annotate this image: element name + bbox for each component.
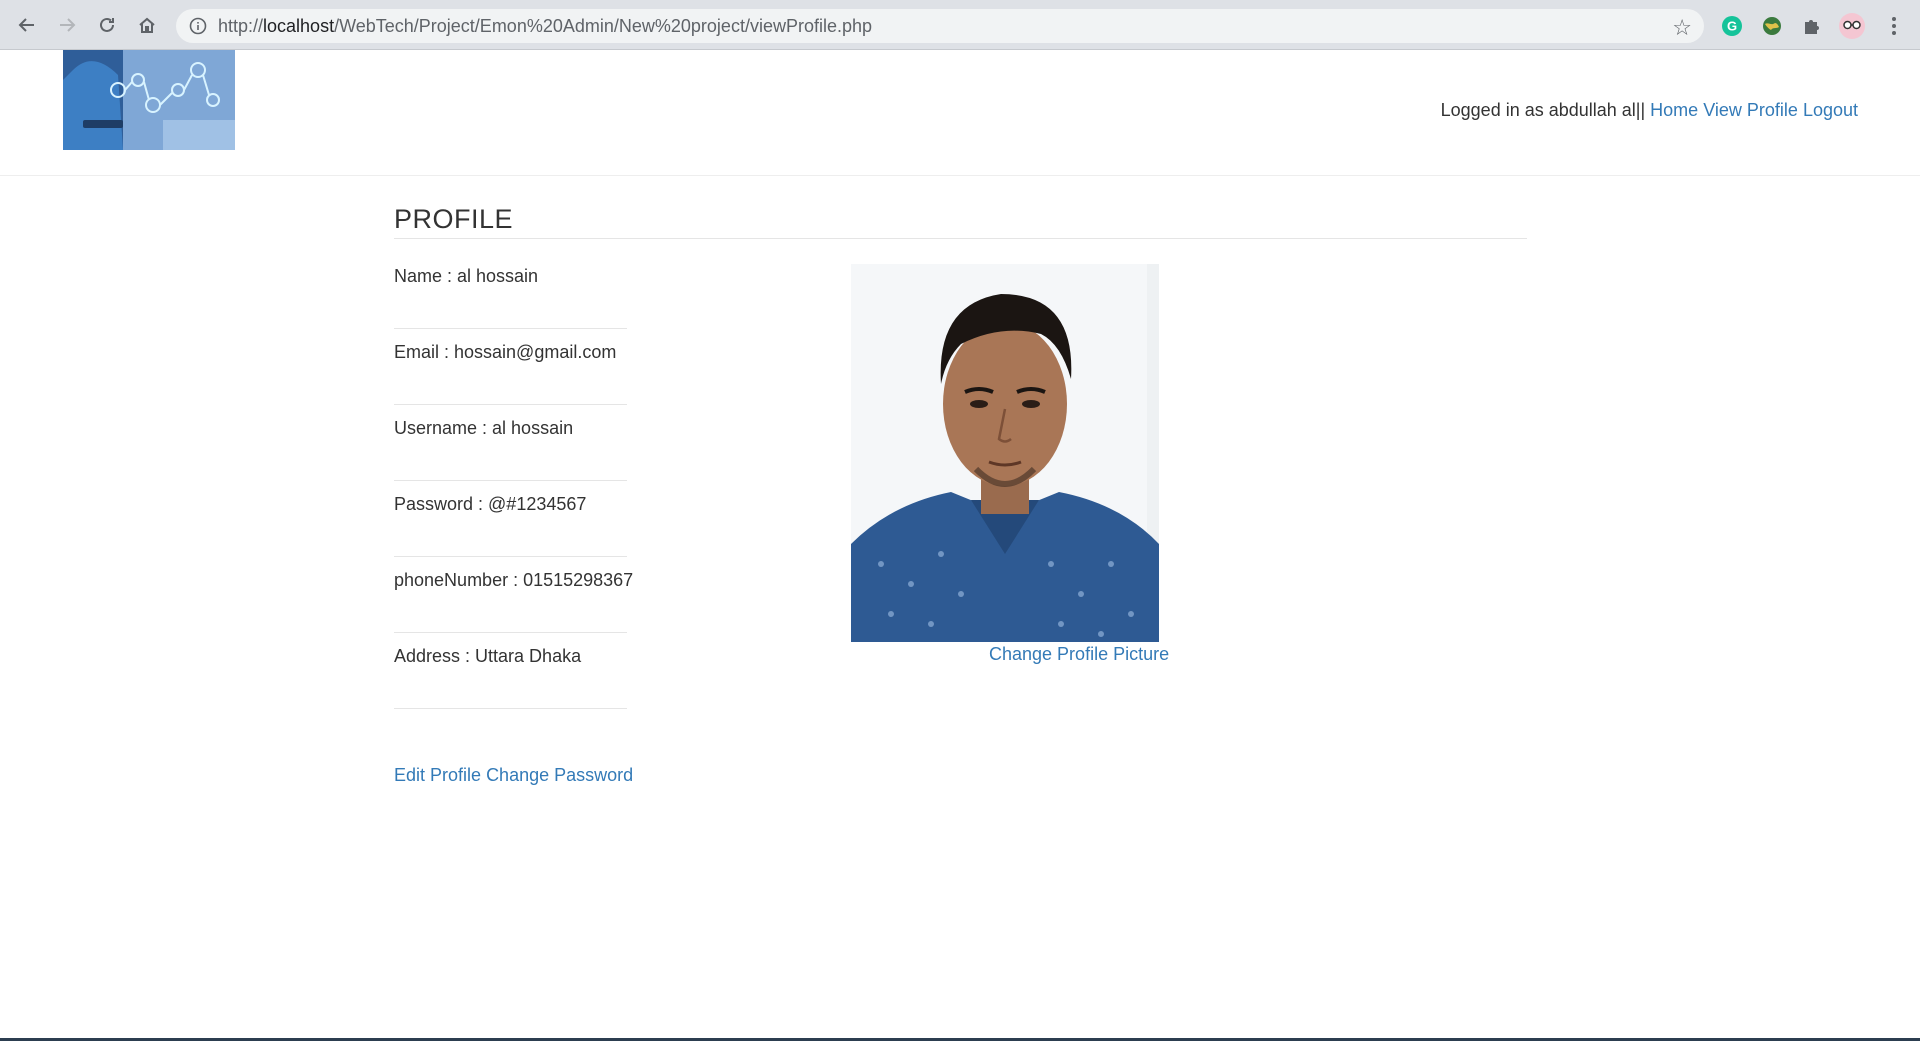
home-link[interactable]: Home [1650, 100, 1698, 120]
change-password-link[interactable]: Change Password [486, 765, 633, 785]
profile-address: Address : Uttara Dhaka [394, 634, 627, 709]
logout-link[interactable]: Logout [1803, 100, 1858, 120]
home-icon[interactable] [134, 12, 160, 38]
profile-phone: phoneNumber : 01515298367 [394, 558, 633, 633]
profile-username: Username : al hossain [394, 406, 627, 481]
address-bar[interactable]: http://localhost/WebTech/Project/Emon%20… [176, 9, 1704, 43]
view-profile-link[interactable]: View Profile [1703, 100, 1798, 120]
svg-text:G: G [1727, 19, 1737, 34]
title-divider [394, 238, 1527, 239]
bookmark-star-icon[interactable]: ☆ [1672, 15, 1692, 41]
grammarly-extension-icon[interactable]: G [1720, 14, 1744, 38]
profile-fields: Name : al hossain Email : hossain@gmail.… [394, 254, 633, 709]
forward-icon[interactable] [54, 12, 80, 38]
profile-picture [851, 264, 1159, 642]
header-divider [0, 175, 1920, 176]
edit-profile-link[interactable]: Edit Profile [394, 765, 481, 785]
page-title: PROFILE [394, 204, 514, 234]
reload-icon[interactable] [94, 12, 120, 38]
user-nav: Logged in as abdullah al|| Home View Pro… [1441, 100, 1858, 121]
logged-in-label: Logged in as abdullah al|| [1440, 100, 1646, 120]
profile-avatar-icon[interactable] [1838, 12, 1866, 40]
extensions-puzzle-icon[interactable] [1800, 14, 1824, 38]
profile-email: Email : hossain@gmail.com [394, 330, 627, 405]
url-text[interactable]: http://localhost/WebTech/Project/Emon%20… [218, 9, 872, 43]
profile-actions: Edit Profile Change Password [394, 765, 633, 786]
site-logo [63, 50, 235, 150]
menu-kebab-icon[interactable] [1882, 14, 1906, 38]
back-icon[interactable] [14, 12, 40, 38]
profile-password: Password : @#1234567 [394, 482, 627, 557]
browser-toolbar: http://localhost/WebTech/Project/Emon%20… [0, 0, 1920, 50]
globe-extension-icon[interactable] [1760, 14, 1784, 38]
change-profile-picture-link[interactable]: Change Profile Picture [989, 644, 1169, 665]
profile-name: Name : al hossain [394, 254, 627, 329]
site-info-icon[interactable] [189, 17, 207, 35]
